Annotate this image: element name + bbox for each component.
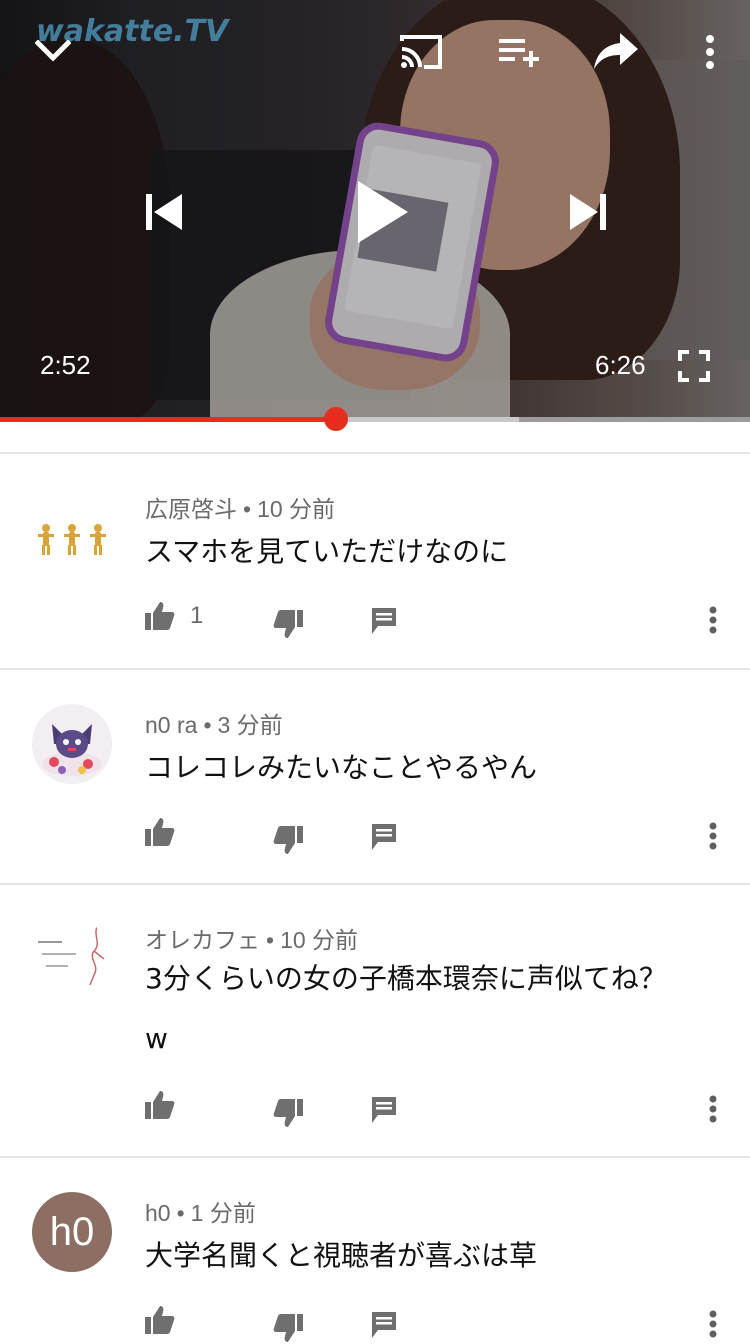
more-vert-icon [706,35,714,69]
comment-actions [0,816,750,856]
comment-actions [0,1304,750,1344]
fullscreen-button[interactable] [674,346,714,386]
reply-button[interactable] [370,606,398,636]
thumbs-up-icon [145,1091,175,1119]
like-button[interactable] [144,816,190,848]
comment-item: h0 h0 • 1 分前 大学名聞くと視聴者が喜ぶは草 [0,1158,750,1342]
add-to-queue-button[interactable] [494,32,544,72]
like-button[interactable]: 1 [144,600,203,632]
comment-actions: 1 [0,600,750,640]
comment-text: スマホを見ていただけなのに [145,535,509,568]
comment-more-button[interactable] [708,1095,718,1125]
reply-button[interactable] [370,1310,398,1340]
comment-author[interactable]: 広原啓斗 [145,496,237,522]
reply-button[interactable] [370,822,398,852]
thumbs-down-icon [273,826,303,854]
comment-text: コレコレみたいなことやるやん [145,751,538,784]
thumbs-up-icon [145,818,175,846]
comment-item: n0 ra • 3 分前 コレコレみたいなことやるやん [0,670,750,883]
chevron-down-icon [35,40,71,62]
comment-icon [372,1312,396,1338]
comment-meta: h0 • 1 分前 [145,1194,256,1228]
like-button[interactable] [144,1089,190,1121]
seek-bar[interactable] [0,407,750,431]
cast-icon [400,35,442,69]
played-bar [0,417,336,422]
comment-item: オレカフェ • 10 分前 3分くらいの女の子橋本環奈に声似てね？ w [0,885,750,1156]
fullscreen-icon [678,350,710,382]
comment-more-button[interactable] [708,822,718,852]
comment-more-button[interactable] [708,1310,718,1340]
current-time: 2:52 [40,350,91,380]
more-vert-icon [709,606,717,634]
comment-actions [0,1089,750,1129]
thumbs-down-icon [273,1099,303,1127]
skip-previous-icon [146,194,182,230]
more-options-button[interactable] [694,30,726,74]
video-player[interactable]: wakatte.TV 2:52 6:26 [0,0,750,420]
like-count: 1 [190,602,204,629]
reply-button[interactable] [370,1095,398,1125]
play-button[interactable] [348,172,418,252]
dislike-button[interactable] [272,1097,304,1129]
comment-time: 1 分前 [190,1200,256,1226]
collapse-button[interactable] [30,28,76,74]
comment-time: 3 分前 [217,712,283,738]
like-button[interactable] [144,1304,190,1336]
comment-author[interactable]: h0 [145,1200,171,1226]
more-vert-icon [709,1310,717,1338]
avatar[interactable]: h0 [32,1192,112,1272]
dislike-button[interactable] [272,608,304,640]
comment-item: 広原啓斗 • 10 分前 スマホを見ていただけなのに 1 [0,454,750,668]
separator-dot: • [243,496,252,522]
share-button[interactable] [590,28,642,74]
comment-list: 広原啓斗 • 10 分前 スマホを見ていただけなのに 1 n0 ra • 3 分… [0,452,750,1342]
comment-icon [372,824,396,850]
comment-icon [372,608,396,634]
comment-text: 3分くらいの女の子橋本環奈に声似てね？ w [145,962,667,1055]
share-icon [594,33,638,69]
comment-text: 大学名聞くと視聴者が喜ぶは草 [145,1239,538,1272]
sketch-avatar[interactable] [32,919,112,999]
more-vert-icon [709,1095,717,1123]
comment-author[interactable]: n0 ra [145,712,197,738]
next-button[interactable] [560,184,616,240]
comment-more-button[interactable] [708,606,718,636]
previous-button[interactable] [136,184,192,240]
thumbs-down-icon [273,610,303,638]
play-icon [358,181,408,243]
dislike-button[interactable] [272,824,304,856]
thumbs-up-icon [145,602,175,630]
character-avatar[interactable] [32,704,112,784]
cast-button[interactable] [396,30,446,74]
comment-icon [372,1097,396,1123]
dislike-button[interactable] [272,1312,304,1344]
separator-dot: • [203,712,212,738]
walking-figures-avatar[interactable] [32,500,112,580]
separator-dot: • [176,1200,185,1226]
thumbs-down-icon [273,1314,303,1342]
thumbs-up-icon [145,1306,175,1334]
comment-time: 10 分前 [257,496,336,522]
duration: 6:26 [595,350,646,380]
more-vert-icon [709,822,717,850]
skip-next-icon [570,194,606,230]
playlist-add-icon [499,39,539,67]
comment-meta: 広原啓斗 • 10 分前 [145,490,335,524]
comment-meta: n0 ra • 3 分前 [145,706,283,740]
scrubber-handle[interactable] [324,407,348,431]
